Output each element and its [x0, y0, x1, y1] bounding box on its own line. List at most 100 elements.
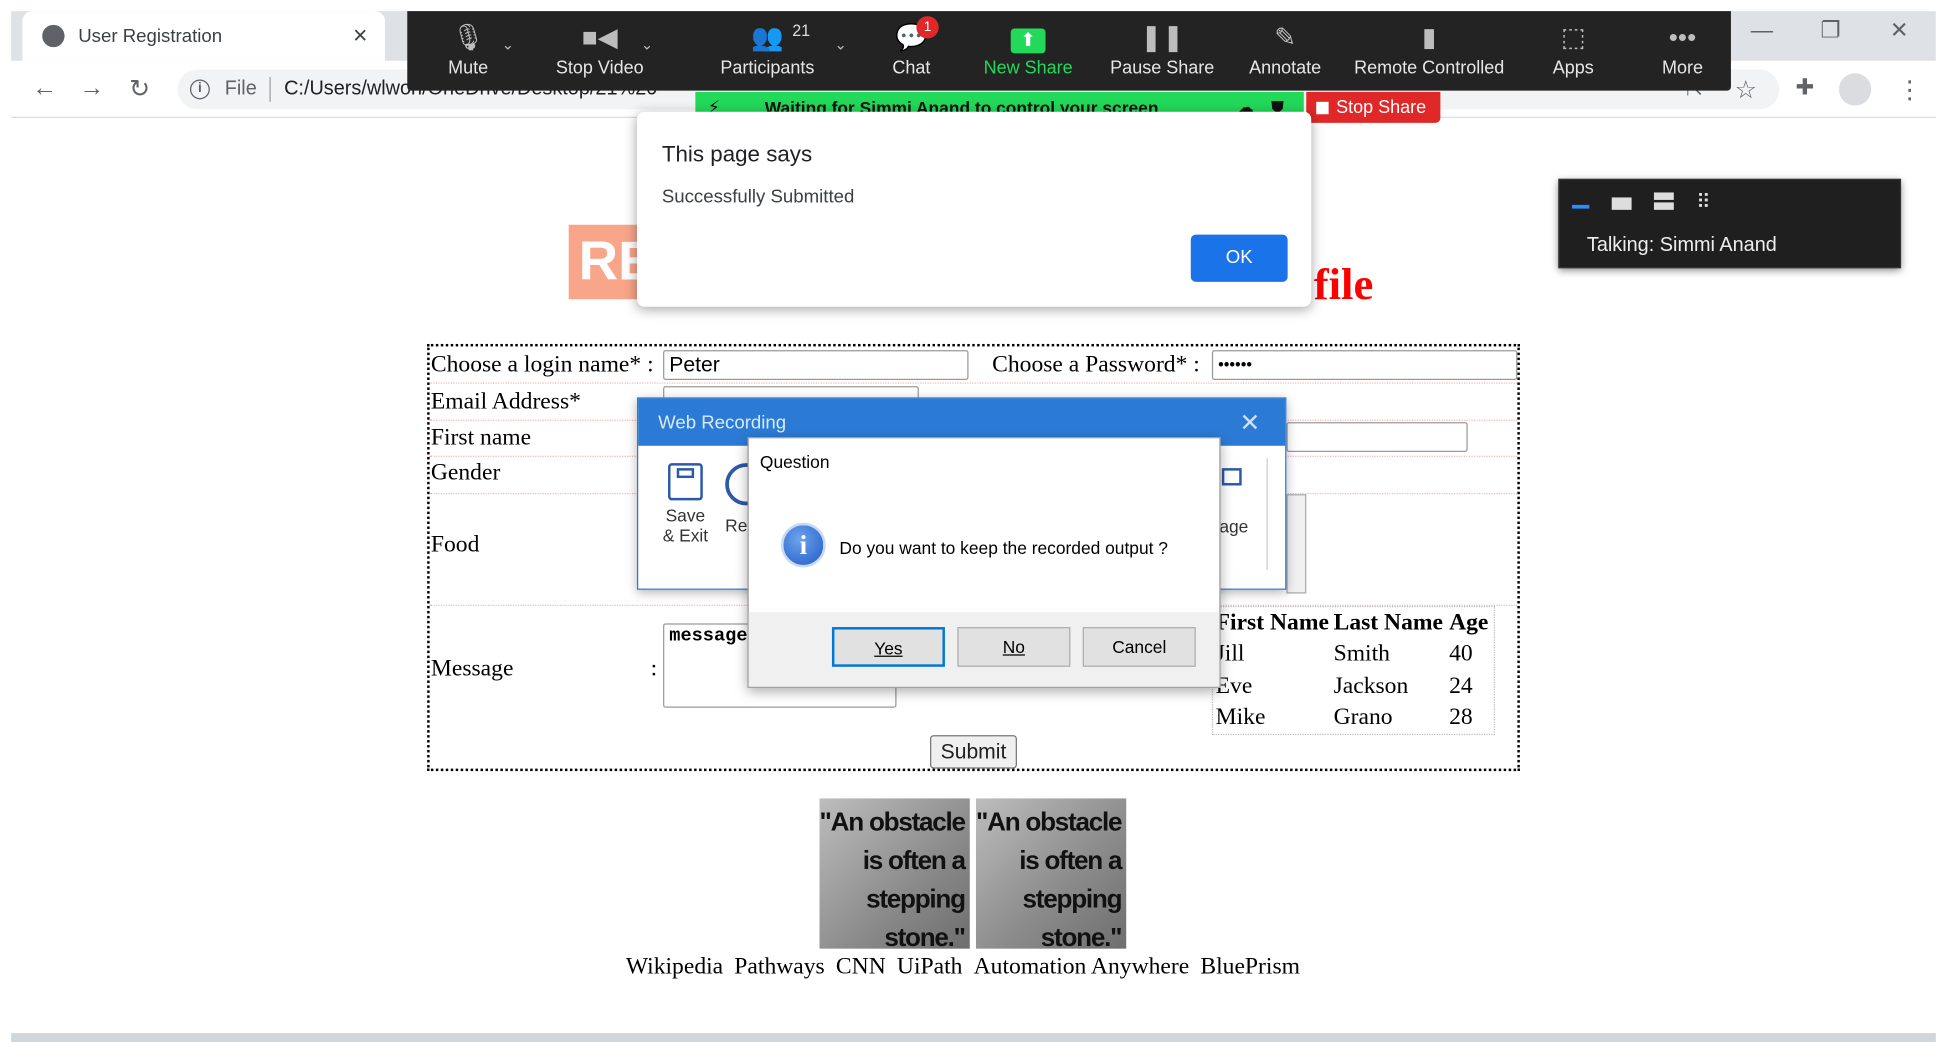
info-icon: i	[189, 79, 210, 100]
ellipsis-icon: •••	[1668, 23, 1697, 53]
cancel-button[interactable]: Cancel	[1082, 627, 1196, 667]
message-colon: :	[650, 655, 658, 682]
apps-icon: ⬚	[1560, 23, 1586, 53]
ribbon-divider	[1266, 458, 1268, 570]
talking-text: Talking: Simmi Anand	[1586, 234, 1777, 256]
link-automation-anywhere[interactable]: Automation Anywhere	[974, 954, 1190, 980]
alert-dialog: This page says Successfully Submitted OK	[636, 111, 1312, 307]
email-label: Email Address*	[430, 388, 581, 415]
panel-speaker-view-icon[interactable]	[1653, 192, 1674, 210]
talking-panel[interactable]: ⠿ Talking: Simmi Anand	[1558, 178, 1902, 269]
quote-image: "An obstacle is often a stepping stone."	[819, 798, 970, 949]
message-label: Message	[430, 655, 514, 682]
firstname-label: First name	[430, 424, 532, 451]
participants-button[interactable]: 👥 Participants	[705, 11, 829, 90]
registration-logo: REG	[568, 224, 639, 300]
login-label: Choose a login name* :	[430, 351, 654, 378]
yes-button[interactable]: Yes	[831, 627, 945, 667]
table-cell: Eve	[1215, 673, 1253, 700]
link-cnn[interactable]: CNN	[836, 954, 886, 980]
ok-button[interactable]: OK	[1190, 234, 1288, 282]
pencil-icon: ✎	[1274, 23, 1297, 53]
participant-count: 21	[792, 21, 811, 40]
table-cell: Jackson	[1333, 673, 1409, 700]
panel-thumbnail-icon[interactable]	[1611, 197, 1632, 210]
table-cell: Grano	[1333, 704, 1393, 731]
pause-icon: ❚❚	[1140, 23, 1185, 53]
restore-icon[interactable]: ❐	[1820, 17, 1840, 43]
url-divider	[269, 76, 271, 102]
food-label: Food	[430, 531, 480, 558]
image-icon	[1221, 468, 1242, 486]
question-message: Do you want to keep the recorded output …	[839, 537, 1168, 558]
bookmark-star-icon[interactable]: ☆	[1735, 75, 1757, 106]
link-wikipedia[interactable]: Wikipedia	[626, 954, 723, 980]
annotate-button[interactable]: ✎ Annotate	[1242, 11, 1329, 90]
alert-title: This page says	[661, 141, 813, 167]
close-window-icon[interactable]: ✕	[1890, 17, 1909, 43]
table-cell: 24	[1449, 673, 1473, 700]
pause-share-button[interactable]: ❚❚ Pause Share	[1105, 11, 1219, 90]
kebab-menu-icon[interactable]: ⋮	[1897, 75, 1922, 106]
people-table: First Name Last Name Age Jill Smith 40 E…	[1211, 605, 1496, 736]
link-uipath[interactable]: UiPath	[897, 954, 963, 980]
minimize-icon[interactable]: —	[1751, 17, 1773, 43]
info-icon: i	[781, 522, 826, 568]
save-exit-button[interactable]: Save & Exit	[658, 463, 713, 545]
reload-icon[interactable]: ↻	[129, 73, 150, 104]
floppy-disk-icon	[668, 463, 703, 501]
table-header: Last Name	[1333, 609, 1444, 636]
table-cell: 40	[1449, 640, 1473, 667]
globe-icon	[42, 24, 65, 48]
stop-share-button[interactable]: Stop Share	[1306, 91, 1441, 123]
close-icon[interactable]: ✕	[1240, 407, 1261, 438]
form-row-login: Choose a login name* : Peter Choose a Pa…	[429, 346, 1518, 384]
quote-image: "An obstacle is often a stepping stone."	[975, 798, 1127, 949]
microphone-icon: 🎙	[451, 23, 485, 53]
question-title: Question	[759, 451, 830, 472]
browser-tab[interactable]: User Registration ×	[22, 11, 385, 61]
link-bar: Wikipedia Pathways CNN UiPath Automation Any…	[626, 954, 1311, 981]
chat-badge: 1	[916, 16, 939, 39]
new-share-button[interactable]: ⬆ New Share	[976, 11, 1080, 90]
taskbar-strip	[11, 1033, 1936, 1042]
back-icon[interactable]: ←	[32, 75, 57, 104]
lastname-input[interactable]	[1286, 422, 1468, 452]
table-cell: 28	[1449, 704, 1473, 731]
web-recording-title: Web Recording	[658, 411, 787, 433]
panel-grid-view-icon[interactable]: ⠿	[1696, 190, 1711, 215]
mouse-icon: ▮	[1422, 23, 1437, 53]
submit-button[interactable]: Submit	[930, 735, 1017, 769]
panel-minimize-icon[interactable]	[1571, 204, 1590, 209]
stop-square-icon	[1316, 101, 1329, 114]
link-pathways[interactable]: Pathways	[734, 954, 824, 980]
tab-close-icon[interactable]: ×	[353, 22, 368, 51]
gender-label: Gender	[430, 459, 501, 486]
food-listbox-scrollbar[interactable]	[1286, 494, 1307, 594]
participants-icon: 👥	[751, 23, 784, 53]
chevron-down-icon[interactable]: ⌄	[641, 36, 653, 53]
no-button[interactable]: No	[957, 627, 1071, 667]
remote-controlled-button[interactable]: ▮ Remote Controlled	[1346, 11, 1512, 90]
profile-avatar[interactable]	[1838, 73, 1872, 106]
apps-button[interactable]: ⬚ Apps	[1545, 11, 1602, 90]
chevron-down-icon[interactable]: ⌄	[502, 36, 514, 53]
link-blueprism[interactable]: BluePrism	[1200, 954, 1300, 980]
more-button[interactable]: ••• More	[1654, 11, 1711, 90]
extensions-icon[interactable]: ✚	[1795, 75, 1814, 101]
question-dialog: Question i Do you want to keep the recor…	[747, 437, 1221, 688]
zoom-toolbar: 🎙 Mute ⌄ ■◀ Stop Video ⌄ 👥 Participants …	[407, 11, 1731, 91]
table-cell: Smith	[1333, 640, 1390, 667]
table-header: First Name	[1215, 609, 1329, 636]
table-header: Age	[1449, 609, 1489, 636]
login-input[interactable]: Peter	[663, 350, 969, 380]
image-tool-label: age	[1219, 516, 1249, 537]
chat-button[interactable]: 💬 Chat 1	[879, 11, 944, 90]
tab-title: User Registration	[78, 25, 223, 47]
forward-icon[interactable]: →	[79, 75, 104, 104]
mute-button[interactable]: 🎙 Mute	[430, 11, 507, 90]
share-arrow-icon: ⬆	[1010, 28, 1046, 54]
password-input[interactable]: ••••••	[1211, 350, 1518, 380]
password-label: Choose a Password* :	[992, 351, 1200, 378]
chevron-down-icon[interactable]: ⌄	[834, 36, 846, 53]
